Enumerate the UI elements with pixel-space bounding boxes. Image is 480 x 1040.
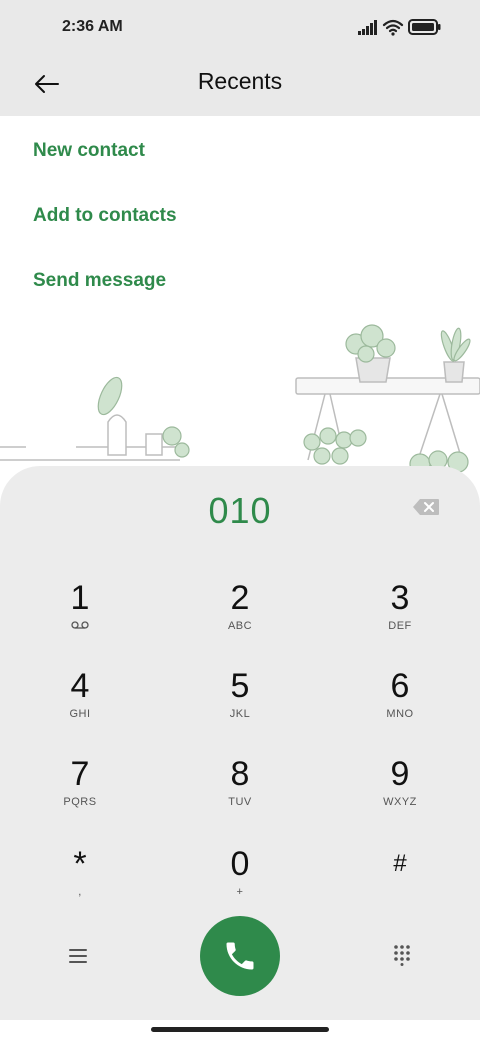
- key-digit: 2: [230, 579, 250, 617]
- key-8[interactable]: 8 TUV: [190, 754, 290, 834]
- voicemail-icon: [30, 620, 130, 632]
- key-digit: #: [393, 850, 407, 877]
- key-digit: *: [73, 845, 87, 883]
- key-digit: 3: [390, 579, 410, 617]
- status-time: 2:36 AM: [62, 18, 123, 35]
- key-4[interactable]: 4 GHI: [30, 666, 130, 746]
- key-star[interactable]: * ,: [30, 844, 130, 924]
- status-bar: 2:36 AM: [0, 0, 480, 56]
- key-letters: JKL: [229, 708, 251, 720]
- key-letters: MNO: [386, 708, 414, 720]
- key-letters: ,: [78, 886, 82, 898]
- key-digit: 6: [390, 667, 410, 705]
- call-button[interactable]: [200, 916, 280, 996]
- key-digit: 0: [230, 845, 250, 883]
- key-letters: +: [236, 886, 244, 898]
- system-nav-bar: [0, 1020, 480, 1040]
- new-contact-action[interactable]: New contact: [33, 140, 145, 162]
- key-digit: 4: [70, 667, 90, 705]
- key-digit: 9: [390, 755, 410, 793]
- wifi-icon: [382, 19, 404, 36]
- key-6[interactable]: 6 MNO: [350, 666, 450, 746]
- key-letters: ABC: [227, 620, 253, 632]
- key-digit: 8: [230, 755, 250, 793]
- key-2[interactable]: 2 ABC: [190, 578, 290, 658]
- backspace-icon: [413, 499, 439, 515]
- key-5[interactable]: 5 JKL: [190, 666, 290, 746]
- key-0[interactable]: 0 +: [190, 844, 290, 924]
- key-digit: 7: [70, 755, 90, 793]
- dialpad-toggle-button[interactable]: [392, 944, 412, 966]
- key-digit: 5: [230, 667, 250, 705]
- key-digit: 1: [70, 579, 90, 617]
- phone-icon: [226, 942, 254, 970]
- status-icons: [358, 17, 450, 39]
- key-3[interactable]: 3 DEF: [350, 578, 450, 658]
- signal-icon: [358, 20, 377, 35]
- key-letters: GHI: [69, 708, 91, 720]
- page-title: Recents: [197, 68, 283, 94]
- key-9[interactable]: 9 WXYZ: [350, 754, 450, 834]
- plants-illustration: [0, 324, 480, 475]
- dialed-number: 010: [208, 490, 272, 531]
- dialpad-icon: [394, 945, 410, 966]
- key-letters: TUV: [228, 796, 252, 808]
- dialpad-panel: 010 1 2 ABC 3 DEF 4 GHI 5 JKL 6 MNO 7 PQ…: [0, 466, 480, 1040]
- key-7[interactable]: 7 PQRS: [30, 754, 130, 834]
- key-1[interactable]: 1: [30, 578, 130, 658]
- send-message-action[interactable]: Send message: [33, 270, 166, 292]
- home-indicator[interactable]: [151, 1027, 329, 1032]
- key-letters: DEF: [388, 620, 412, 632]
- key-letters: WXYZ: [383, 796, 417, 808]
- key-letters: PQRS: [63, 796, 97, 808]
- menu-icon: [69, 949, 87, 963]
- app-bar: Recents: [0, 56, 480, 116]
- backspace-button[interactable]: [412, 498, 442, 518]
- key-hash[interactable]: #: [350, 844, 450, 924]
- battery-icon: [408, 19, 441, 35]
- menu-button[interactable]: [67, 947, 89, 965]
- add-to-contacts-action[interactable]: Add to contacts: [33, 205, 177, 227]
